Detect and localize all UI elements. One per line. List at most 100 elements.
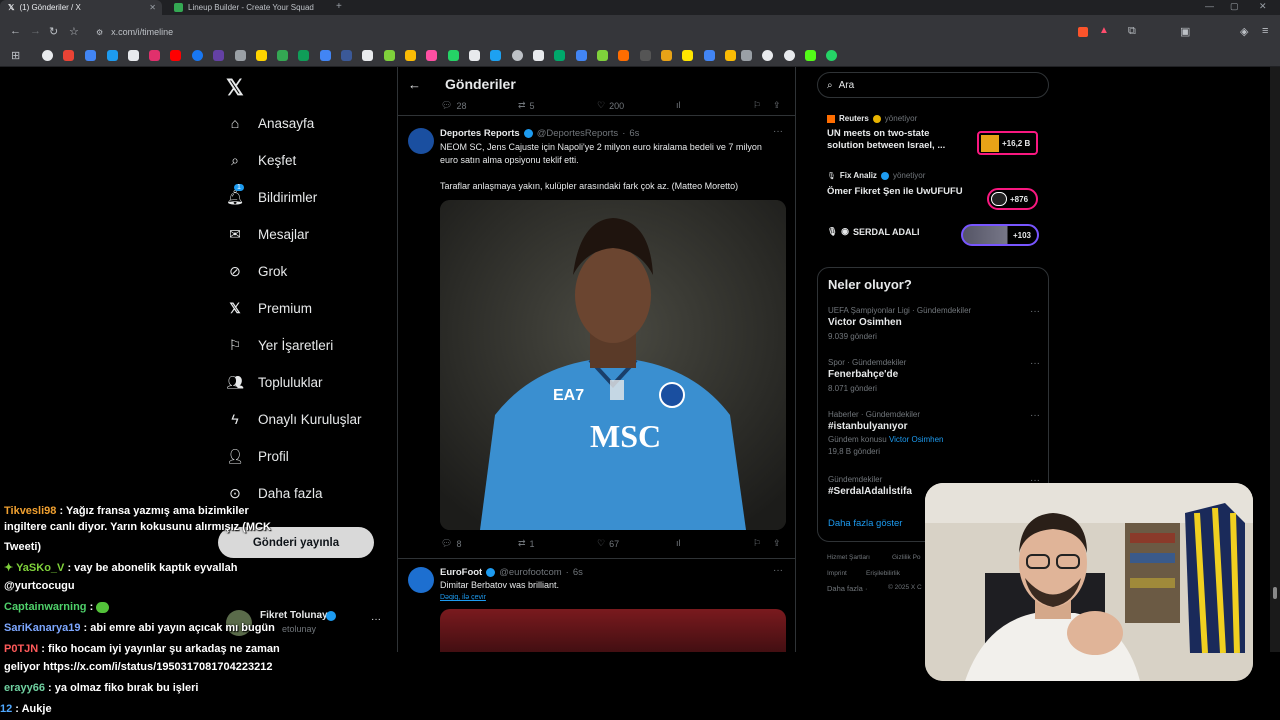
forward-icon[interactable]: → bbox=[30, 25, 41, 37]
extensions-icon[interactable]: ⧉ bbox=[1128, 25, 1136, 38]
bookmark-icon[interactable] bbox=[490, 50, 501, 61]
bookmark-icon[interactable] bbox=[235, 50, 246, 61]
sidebar-icon[interactable]: ▣ bbox=[1180, 25, 1190, 38]
more-dots-icon[interactable]: ··· bbox=[371, 614, 381, 625]
bookmark-icon[interactable] bbox=[554, 50, 565, 61]
repost-button[interactable]: ⇄ 5 bbox=[518, 100, 535, 111]
page-scrollbar[interactable] bbox=[1270, 67, 1280, 652]
nav-grok[interactable]: ⊘ Grok bbox=[226, 263, 287, 280]
gmail-bookmark-icon[interactable] bbox=[63, 50, 74, 61]
trend-item[interactable]: Spor · Gündemdekiler Fenerbahçe'de 8.071… bbox=[828, 358, 1040, 393]
bookmark-icon[interactable] bbox=[320, 50, 331, 61]
back-arrow-icon[interactable]: ← bbox=[408, 77, 421, 92]
nav-verified-orgs[interactable]: ϟ Onaylı Kuruluşlar bbox=[226, 411, 361, 427]
maximize-icon[interactable]: ▢ bbox=[1230, 1, 1239, 12]
bookmark-icon[interactable] bbox=[640, 50, 651, 61]
facebook-bookmark-icon[interactable] bbox=[192, 50, 203, 61]
tweet[interactable]: EuroFoot @eurofootcom · 6s ··· Dimitar B… bbox=[398, 559, 795, 652]
search-box[interactable]: ⌕ Ara bbox=[817, 72, 1049, 98]
listeners-badge[interactable]: +16,2 B bbox=[977, 131, 1038, 155]
live-space[interactable]: 🎙︎ ◉ SERDAL ADALI +103 bbox=[827, 224, 1042, 246]
rewards-icon[interactable]: ▲ bbox=[1099, 25, 1109, 36]
nav-bookmarks[interactable]: ⚐ Yer İşaretleri bbox=[226, 337, 334, 354]
site-info-icon[interactable]: ⚙ bbox=[96, 28, 103, 37]
bookmark-icon[interactable] bbox=[762, 50, 773, 61]
live-space[interactable]: Reuters yönetiyor UN meets on two-state … bbox=[827, 114, 1042, 155]
author-name[interactable]: Deportes Reports bbox=[440, 128, 520, 139]
show-more-link[interactable]: Daha fazla göster bbox=[828, 518, 902, 529]
tweet-image[interactable]: EA7 MSC bbox=[440, 200, 786, 530]
address-bar[interactable]: ⚙ x.com/i/timeline bbox=[90, 23, 1030, 41]
like-button[interactable]: ♡ 200 bbox=[597, 100, 624, 111]
like-button[interactable]: ♡ 67 bbox=[597, 538, 619, 549]
bookmark-icon[interactable] bbox=[826, 50, 837, 61]
bookmark-icon[interactable] bbox=[784, 50, 795, 61]
trend-item[interactable]: Haberler · Gündemdekiler #istanbulyanıyo… bbox=[828, 410, 1040, 456]
share-button[interactable]: ⇪ bbox=[773, 538, 781, 549]
nav-home[interactable]: ⌂ Anasayfa bbox=[226, 115, 315, 131]
author-handle[interactable]: @eurofootcom bbox=[499, 567, 561, 578]
listeners-badge[interactable]: +103 bbox=[961, 224, 1039, 246]
nav-communities[interactable]: 👥︎ Topluluklar bbox=[226, 374, 322, 391]
author-handle[interactable]: @DeportesReports bbox=[537, 128, 618, 139]
tab-x-timeline[interactable]: 𝕏 (1) Gönderiler / X ✕ bbox=[0, 0, 162, 15]
outlook-bookmark-icon[interactable] bbox=[85, 50, 96, 61]
search-input[interactable]: Ara bbox=[839, 80, 855, 91]
bookmark-icon[interactable] bbox=[576, 50, 587, 61]
more-dots-icon[interactable]: ··· bbox=[773, 126, 783, 137]
sheets-bookmark-icon[interactable] bbox=[298, 50, 309, 61]
translate-link[interactable]: Dəqiq, ilə çevir bbox=[440, 594, 486, 601]
folder-bookmark-icon[interactable] bbox=[725, 50, 736, 61]
x-bookmark-icon[interactable] bbox=[128, 50, 139, 61]
trend-context-link[interactable]: Victor Osimhen bbox=[889, 435, 944, 444]
tweet-image[interactable] bbox=[440, 609, 786, 652]
avatar[interactable] bbox=[408, 567, 434, 593]
reply-button[interactable]: 💬︎ 8 bbox=[441, 538, 461, 549]
bookmark-icon[interactable] bbox=[533, 50, 544, 61]
brave-shield-icon[interactable] bbox=[1078, 27, 1088, 37]
post-time[interactable]: 6s bbox=[573, 567, 583, 578]
link-bookmark-icon[interactable] bbox=[741, 50, 752, 61]
bookmark-icon[interactable] bbox=[704, 50, 715, 61]
nav-notifications[interactable]: 🔔︎ 1 Bildirimler bbox=[226, 184, 317, 206]
bookmark-icon[interactable] bbox=[341, 50, 352, 61]
footer-privacy[interactable]: Gizlilik Po bbox=[892, 554, 921, 561]
more-dots-icon[interactable]: ··· bbox=[1030, 306, 1040, 317]
footer-imprint[interactable]: Imprint bbox=[827, 570, 847, 577]
bookmark-icon[interactable] bbox=[469, 50, 480, 61]
bookmark-button[interactable]: ⚐ bbox=[753, 538, 761, 549]
more-dots-icon[interactable]: ··· bbox=[1030, 410, 1040, 421]
listeners-badge[interactable]: +876 bbox=[987, 188, 1038, 210]
footer-accessibility[interactable]: Erişilebilirlik bbox=[866, 570, 900, 577]
apps-grid-icon[interactable]: ⊞ bbox=[11, 49, 20, 62]
reload-icon[interactable]: ↻ bbox=[49, 25, 58, 38]
share-button[interactable]: ⇪ bbox=[773, 100, 781, 111]
vpn-icon[interactable]: ◈ bbox=[1240, 25, 1248, 38]
nav-profile[interactable]: 👤︎ Profil bbox=[226, 448, 289, 465]
reply-button[interactable]: 💬︎ 28 bbox=[441, 100, 466, 111]
more-dots-icon[interactable]: ··· bbox=[773, 565, 783, 576]
views-button[interactable]: ıl bbox=[676, 100, 681, 110]
twitch-bookmark-icon[interactable] bbox=[213, 50, 224, 61]
bookmark-icon[interactable] bbox=[618, 50, 629, 61]
whatsapp-bookmark-icon[interactable] bbox=[448, 50, 459, 61]
views-button[interactable]: ıl bbox=[676, 538, 681, 548]
nav-more[interactable]: ⊙ Daha fazla bbox=[226, 485, 322, 502]
repost-button[interactable]: ⇄ 1 bbox=[518, 538, 535, 549]
kick-bookmark-icon[interactable] bbox=[805, 50, 816, 61]
close-tab-icon[interactable]: ✕ bbox=[149, 3, 156, 12]
trend-item[interactable]: UEFA Şampiyonlar Ligi · Gündemdekiler Vi… bbox=[828, 306, 1040, 341]
bookmark-page-icon[interactable]: ☆ bbox=[69, 25, 79, 38]
footer-terms[interactable]: Hizmet Şartları bbox=[827, 554, 870, 561]
instagram-bookmark-icon[interactable] bbox=[149, 50, 160, 61]
live-space[interactable]: 🎙︎ Fix Analiz yönetiyor Ömer Fikret Şen … bbox=[827, 171, 1042, 210]
nav-premium[interactable]: 𝕏 Premium bbox=[226, 300, 312, 317]
bookmark-icon[interactable] bbox=[405, 50, 416, 61]
nav-explore[interactable]: ⌕ Keşfet bbox=[226, 152, 296, 169]
bookmark-icon[interactable] bbox=[277, 50, 288, 61]
bookmark-icon[interactable] bbox=[362, 50, 373, 61]
menu-icon[interactable]: ≡ bbox=[1262, 25, 1268, 37]
youtube-bookmark-icon[interactable] bbox=[170, 50, 181, 61]
more-dots-icon[interactable]: ··· bbox=[1030, 358, 1040, 369]
bookmark-icon[interactable] bbox=[597, 50, 608, 61]
